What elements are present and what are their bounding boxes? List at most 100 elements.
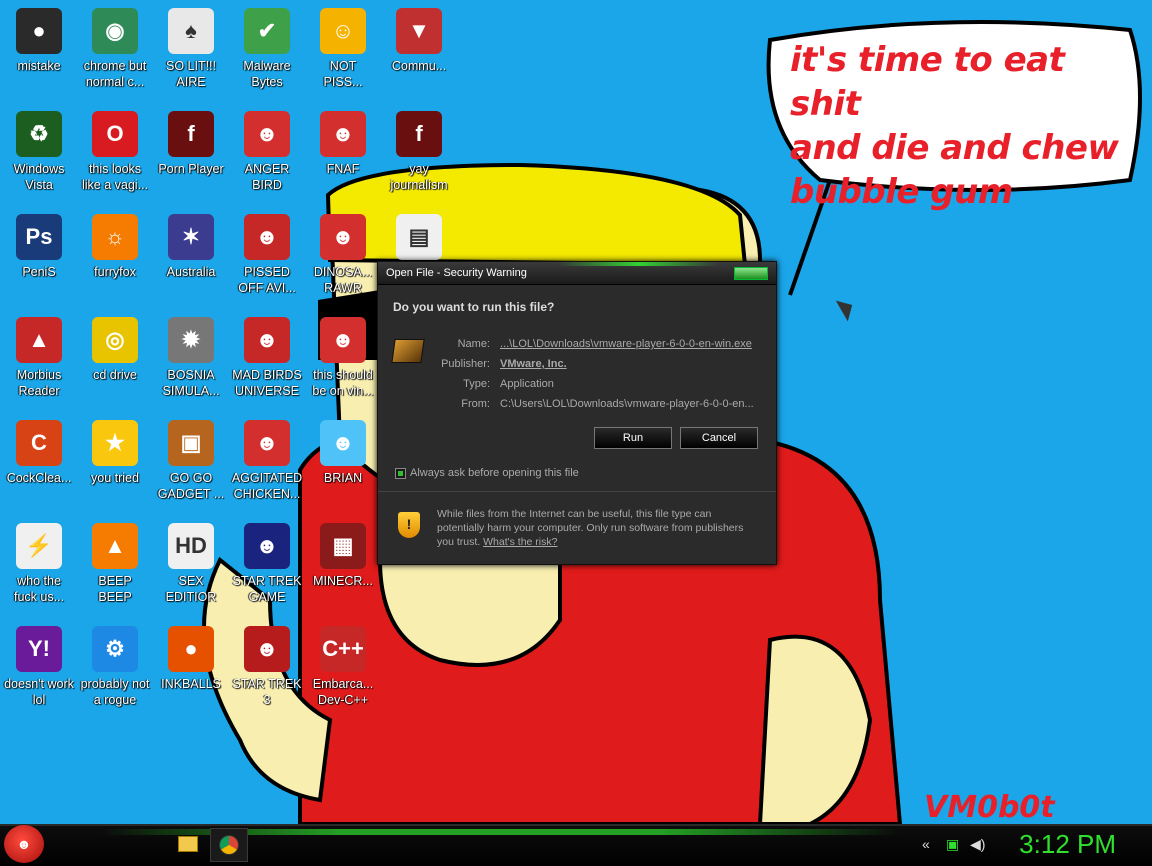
always-ask-checkbox[interactable]: Always ask before opening this file xyxy=(395,467,579,479)
publisher-link[interactable]: VMware, Inc. xyxy=(500,354,760,374)
desktop-icon-label: doesn't work lol xyxy=(4,677,74,707)
app-icon: ◎ xyxy=(92,317,138,363)
desktop-icon-label: SEX EDITIOR xyxy=(165,574,217,604)
desktop-icon[interactable]: ✶ Australia xyxy=(152,206,230,306)
desktop-icon-label: who the fuck us... xyxy=(13,574,65,604)
desktop-icon[interactable]: ▼ Commu... xyxy=(380,0,458,100)
desktop-icon-label: Morbius Reader xyxy=(16,368,62,398)
desktop-icon-label: Commu... xyxy=(391,59,447,73)
desktop-icon[interactable]: ▲ Morbius Reader xyxy=(0,309,78,409)
desktop-icon[interactable]: ☻ PISSED OFF AVI... xyxy=(228,206,306,306)
desktop-icon-label: MINECR... xyxy=(313,574,373,588)
angry-bird-icon: ☻ xyxy=(16,836,32,852)
app-icon: ☻ xyxy=(320,214,366,260)
back-arrow-icon[interactable]: « xyxy=(922,836,930,852)
file-name-link[interactable]: ...\LOL\Downloads\vmware-player-6-0-0-en… xyxy=(500,334,760,354)
desktop-icon[interactable]: ☻ MAD BIRDS UNIVERSE xyxy=(228,309,306,409)
app-icon: C xyxy=(16,420,62,466)
desktop-icon[interactable]: ✔ Malware Bytes xyxy=(228,0,306,100)
app-icon: ☻ xyxy=(320,317,366,363)
desktop-icon[interactable]: ★ you tried xyxy=(76,412,154,512)
desktop-icon-label: STAR TREK 3 xyxy=(232,677,302,707)
desktop-icon-label: Embarca... Dev-C++ xyxy=(312,677,374,707)
desktop-icon[interactable]: HD SEX EDITIOR xyxy=(152,515,230,615)
desktop-icon[interactable]: ☻ this should be on vin... xyxy=(304,309,382,409)
desktop-icon[interactable]: ☻ DINOSA... RAWR xyxy=(304,206,382,306)
volume-icon[interactable]: ◀) xyxy=(970,836,985,853)
desktop-icon-label: ANGER BIRD xyxy=(244,162,290,192)
desktop-icon[interactable]: C CockClea... xyxy=(0,412,78,512)
detail-key: From: xyxy=(461,398,490,410)
divider xyxy=(378,491,776,492)
desktop-icon[interactable]: ▣ GO GO GADGET ... xyxy=(152,412,230,512)
desktop-icon[interactable]: ☼ furryfox xyxy=(76,206,154,306)
titlebar-glow xyxy=(558,262,718,266)
network-icon[interactable]: ▣ xyxy=(946,836,959,853)
desktop-icon[interactable]: Ps PeniS xyxy=(0,206,78,306)
desktop-icon[interactable]: ⚡ who the fuck us... xyxy=(0,515,78,615)
desktop-icon[interactable]: ☻ STAR TREK GAME xyxy=(228,515,306,615)
checkbox-box[interactable] xyxy=(395,467,406,479)
app-icon: ☺ xyxy=(320,8,366,54)
desktop-icon-label: you tried xyxy=(91,471,139,485)
desktop-icon[interactable]: ☻ ANGER BIRD xyxy=(228,103,306,203)
checkbox-label: Always ask before opening this file xyxy=(410,467,579,479)
dialog-title: Open File - Security Warning xyxy=(386,267,527,279)
desktop-icon[interactable]: Y! doesn't work lol xyxy=(0,618,78,718)
taskbar-chrome-button[interactable] xyxy=(210,828,248,862)
dialog-titlebar[interactable]: Open File - Security Warning xyxy=(378,262,776,285)
desktop-icon[interactable]: f Porn Player xyxy=(152,103,230,203)
desktop-icon[interactable]: ▲ BEEP BEEP xyxy=(76,515,154,615)
app-icon: Ps xyxy=(16,214,62,260)
clock[interactable]: 3:12 PM xyxy=(1019,829,1116,860)
desktop-icon[interactable]: ✹ BOSNIA SIMULA... xyxy=(152,309,230,409)
app-icon: ☻ xyxy=(320,420,366,466)
desktop-icon-label: PISSED OFF AVI... xyxy=(238,265,296,295)
desktop-icon[interactable]: ☻ AGGITATED CHICKEN... xyxy=(228,412,306,512)
desktop-icon-label: INKBALLS xyxy=(161,677,221,691)
desktop-icon-label: NOT PISS... xyxy=(323,59,363,89)
desktop-icon[interactable]: C++ Embarca... Dev-C++ xyxy=(304,618,382,718)
app-icon: ☼ xyxy=(92,214,138,260)
taskbar-explorer-button[interactable] xyxy=(170,828,206,860)
desktop-icon[interactable]: ☻ STAR TREK 3 xyxy=(228,618,306,718)
start-button[interactable]: ☻ xyxy=(4,825,44,863)
desktop-icon[interactable]: ▦ MINECR... xyxy=(304,515,382,615)
desktop-icon-label: Porn Player xyxy=(158,162,224,176)
app-icon: ♻ xyxy=(16,111,62,157)
detail-value: Application xyxy=(500,378,554,390)
app-icon: ⚙ xyxy=(92,626,138,672)
warning-message: While files from the Internet can be use… xyxy=(437,507,757,549)
app-icon: ★ xyxy=(92,420,138,466)
desktop-icon-label: furryfox xyxy=(94,265,136,279)
whats-the-risk-link[interactable]: What's the risk? xyxy=(483,536,557,548)
close-button[interactable] xyxy=(734,267,768,280)
desktop-icon[interactable]: ● INKBALLS xyxy=(152,618,230,718)
app-icon: ☻ xyxy=(320,111,366,157)
app-icon: f xyxy=(168,111,214,157)
desktop-icon[interactable]: ● mistake xyxy=(0,0,78,100)
desktop-icon[interactable]: ⚙ probably not a rogue xyxy=(76,618,154,718)
dialog-question: Do you want to run this file? xyxy=(393,300,555,314)
cancel-button[interactable]: Cancel xyxy=(680,427,758,449)
detail-row-name: Name: ...\LOL\Downloads\vmware-player-6-… xyxy=(418,334,768,354)
desktop-icon[interactable]: f yay journalism xyxy=(380,103,458,203)
desktop-icon-label: AGGITATED CHICKEN... xyxy=(231,471,303,501)
desktop-icon-label: STAR TREK GAME xyxy=(232,574,302,604)
desktop-icon[interactable]: ♠ SO LIT!!! AIRE xyxy=(152,0,230,100)
desktop-icon-label: BEEP BEEP xyxy=(98,574,132,604)
desktop-icon[interactable]: ◉ chrome but normal c... xyxy=(76,0,154,100)
desktop-icon-label: GO GO GADGET ... xyxy=(157,471,225,501)
desktop-icon[interactable]: ◎ cd drive xyxy=(76,309,154,409)
app-icon: ☻ xyxy=(244,523,290,569)
desktop-icon[interactable]: ☻ FNAF xyxy=(304,103,382,203)
run-button[interactable]: Run xyxy=(594,427,672,449)
desktop-icon[interactable]: Othis looks like a vagi... xyxy=(76,103,154,203)
detail-row-from: From: C:\Users\LOL\Downloads\vmware-play… xyxy=(418,394,768,414)
desktop-icon[interactable]: ☻ BRIAN xyxy=(304,412,382,512)
desktop-icon[interactable]: ♻ Windows Vista xyxy=(0,103,78,203)
desktop-icon-label: SO LIT!!! AIRE xyxy=(165,59,216,89)
desktop-icon[interactable]: ☺ NOT PISS... xyxy=(304,0,382,100)
app-icon: O xyxy=(92,111,138,157)
desktop-icon-label: Malware Bytes xyxy=(243,59,291,89)
